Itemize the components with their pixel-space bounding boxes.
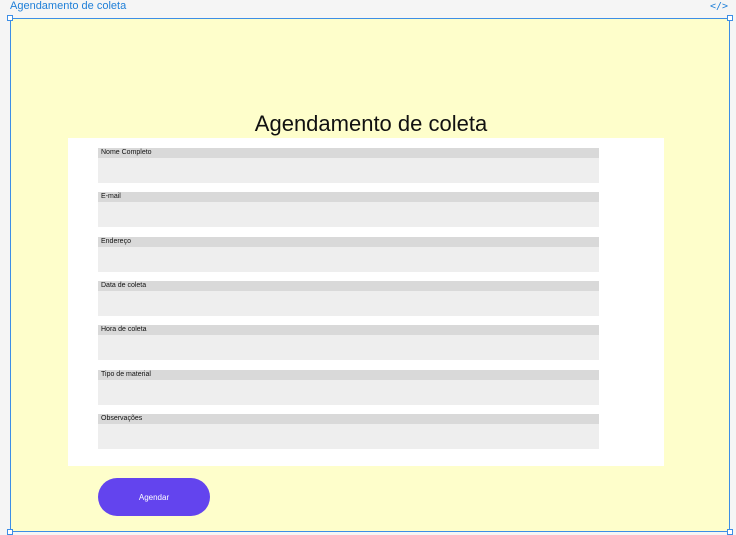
address-input[interactable] xyxy=(98,247,599,272)
email-field: E-mail xyxy=(98,192,599,227)
pickup-date-label: Data de coleta xyxy=(98,281,599,291)
email-input[interactable] xyxy=(98,202,599,227)
material-type-field: Tipo de material xyxy=(98,370,599,405)
full-name-label: Nome Completo xyxy=(98,148,599,158)
pickup-time-label: Hora de coleta xyxy=(98,325,599,335)
address-field: Endereço xyxy=(98,237,599,272)
email-label: E-mail xyxy=(98,192,599,202)
resize-handle-bottom-left[interactable] xyxy=(7,529,13,535)
address-label: Endereço xyxy=(98,237,599,247)
material-type-input[interactable] xyxy=(98,380,599,405)
pickup-time-field: Hora de coleta xyxy=(98,325,599,360)
notes-input[interactable] xyxy=(98,424,599,449)
resize-handle-top-left[interactable] xyxy=(7,15,13,21)
resize-handle-bottom-right[interactable] xyxy=(727,529,733,535)
pickup-date-field: Data de coleta xyxy=(98,281,599,316)
material-type-label: Tipo de material xyxy=(98,370,599,380)
page-title: Agendamento de coleta xyxy=(254,111,488,136)
notes-field: Observações xyxy=(98,414,599,449)
design-frame[interactable]: Agendamento de coleta Nome Completo E-ma… xyxy=(7,15,733,535)
resize-handle-top-right[interactable] xyxy=(727,15,733,21)
code-icon[interactable]: </> xyxy=(710,0,728,13)
schedule-button[interactable]: Agendar xyxy=(98,478,210,516)
pickup-time-input[interactable] xyxy=(98,335,599,360)
frame-title[interactable]: Agendamento de coleta xyxy=(10,0,126,13)
pickup-date-input[interactable] xyxy=(98,291,599,316)
notes-label: Observações xyxy=(98,414,599,424)
full-name-field: Nome Completo xyxy=(98,148,599,183)
full-name-input[interactable] xyxy=(98,158,599,183)
form-card: Nome Completo E-mail Endereço Data de co… xyxy=(68,138,664,466)
